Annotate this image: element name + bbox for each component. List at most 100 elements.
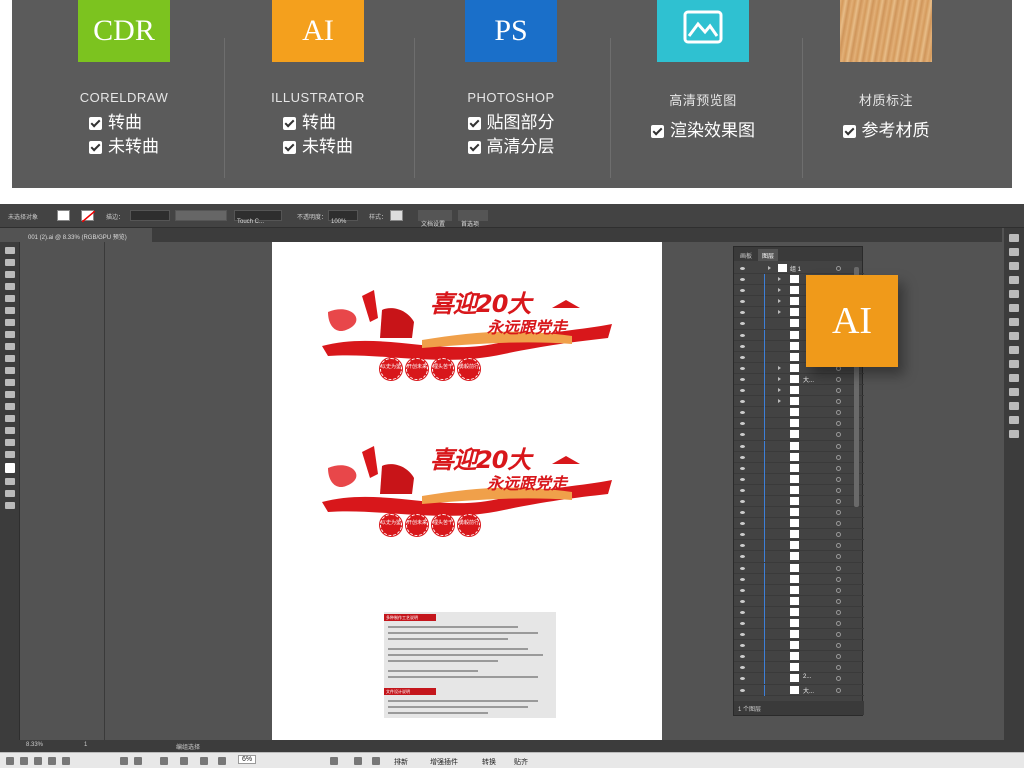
artboard-number[interactable]: 1 [84, 742, 87, 748]
target-icon[interactable] [836, 465, 841, 471]
color-mode-icon[interactable] [5, 478, 15, 485]
visibility-eye-icon[interactable] [740, 522, 745, 526]
artboard[interactable]: 喜迎20大 永远跟党走 以史为鉴 开创未来 埋头苦干 勇毅前行 喜迎20大 永远… [272, 242, 662, 742]
color-icon[interactable] [330, 757, 338, 765]
export-panel-icon[interactable] [1009, 416, 1019, 424]
sublayer-row[interactable] [734, 551, 864, 563]
align-icon[interactable] [180, 757, 188, 765]
target-icon[interactable] [836, 632, 841, 638]
print-icon[interactable] [48, 757, 56, 765]
target-icon[interactable] [836, 621, 841, 626]
arrange-icon[interactable] [200, 757, 208, 765]
taskbar-item[interactable]: 贴齐 [514, 757, 528, 767]
taskbar-zoom-select[interactable]: 6% [238, 755, 257, 764]
expand-icon[interactable] [778, 399, 781, 404]
visibility-eye-icon[interactable] [740, 555, 745, 559]
visibility-eye-icon[interactable] [740, 455, 745, 459]
layer-row[interactable]: 组 1 [734, 263, 864, 275]
transform-panel-icon[interactable] [1009, 374, 1019, 382]
new-icon[interactable] [6, 757, 14, 765]
visibility-eye-icon[interactable] [740, 688, 745, 692]
visibility-eye-icon[interactable] [740, 588, 745, 592]
sublayer-row[interactable] [734, 529, 864, 541]
sublayer-row[interactable] [734, 584, 864, 596]
visibility-eye-icon[interactable] [740, 444, 745, 448]
text-icon[interactable] [372, 757, 380, 765]
sublayer-row[interactable] [734, 451, 864, 463]
target-icon[interactable] [836, 576, 841, 582]
visibility-eye-icon[interactable] [740, 433, 745, 437]
brushes-panel-icon[interactable] [1009, 262, 1019, 270]
target-icon[interactable] [836, 665, 841, 671]
align-panel-icon[interactable] [1009, 388, 1019, 396]
zoom-tool-icon[interactable] [5, 451, 15, 458]
sublayer-row[interactable] [734, 507, 864, 519]
taskbar-item[interactable]: 排新 [394, 757, 408, 767]
appearance-panel-icon[interactable] [1009, 360, 1019, 368]
opentype-panel-icon[interactable] [1009, 332, 1019, 340]
visibility-eye-icon[interactable] [740, 422, 745, 426]
fill-stroke-icon[interactable] [5, 463, 15, 473]
target-icon[interactable] [836, 609, 841, 615]
target-icon[interactable] [836, 432, 841, 438]
visibility-eye-icon[interactable] [740, 677, 745, 681]
target-icon[interactable] [836, 454, 841, 460]
visibility-eye-icon[interactable] [740, 344, 745, 348]
expand-icon[interactable] [778, 365, 781, 370]
visibility-eye-icon[interactable] [740, 289, 745, 293]
target-icon[interactable] [836, 643, 841, 649]
undo-icon[interactable] [120, 757, 128, 765]
curvature-tool-icon[interactable] [5, 295, 15, 302]
shape-builder-tool-icon[interactable] [5, 379, 15, 386]
visibility-eye-icon[interactable] [740, 333, 745, 337]
rectangle-tool-icon[interactable] [5, 307, 15, 314]
target-icon[interactable] [836, 498, 841, 504]
variable-width-select[interactable] [175, 210, 227, 221]
target-icon[interactable] [836, 266, 841, 271]
sublayer-row[interactable] [734, 540, 864, 552]
sublayer-row[interactable] [734, 484, 864, 496]
sublayer-row[interactable]: 大... [734, 684, 864, 696]
sublayer-row[interactable] [734, 651, 864, 663]
direct-selection-tool-icon[interactable] [5, 259, 15, 266]
sublayer-row[interactable] [734, 396, 864, 408]
taskbar-item[interactable]: 转换 [482, 757, 496, 767]
target-icon[interactable] [836, 410, 841, 416]
visibility-eye-icon[interactable] [740, 366, 745, 370]
redo-icon[interactable] [134, 757, 142, 765]
sublayer-row[interactable]: 大... [734, 373, 864, 386]
sublayer-row[interactable] [734, 573, 864, 585]
visibility-eye-icon[interactable] [740, 622, 745, 625]
sublayer-row[interactable] [734, 629, 864, 641]
sublayer-row[interactable] [734, 595, 864, 607]
draw-mode-icon[interactable] [5, 490, 15, 497]
sublayer-row[interactable] [734, 606, 864, 618]
tab-artboards[interactable]: 画板 [736, 249, 756, 261]
visibility-eye-icon[interactable] [740, 377, 745, 381]
visibility-eye-icon[interactable] [740, 488, 745, 492]
hand-tool-icon[interactable] [5, 439, 15, 446]
visibility-eye-icon[interactable] [740, 477, 745, 481]
tab-layers[interactable]: 图层 [758, 249, 779, 261]
links-panel-icon[interactable] [1009, 346, 1019, 354]
target-icon[interactable] [836, 487, 841, 493]
visibility-eye-icon[interactable] [740, 599, 745, 603]
group-icon[interactable] [160, 757, 168, 765]
target-icon[interactable] [836, 388, 841, 394]
fill-swatch[interactable] [57, 210, 70, 221]
target-icon[interactable] [836, 687, 841, 693]
eyedropper-tool-icon[interactable] [5, 403, 15, 410]
visibility-eye-icon[interactable] [740, 577, 745, 581]
target-icon[interactable] [836, 421, 841, 427]
visibility-eye-icon[interactable] [740, 311, 745, 315]
target-icon[interactable] [836, 676, 841, 682]
visibility-eye-icon[interactable] [740, 666, 745, 670]
character-panel-icon[interactable] [1009, 304, 1019, 312]
visibility-eye-icon[interactable] [740, 389, 745, 393]
zoom-level[interactable]: 8.33% [26, 742, 43, 748]
sublayer-row[interactable] [734, 418, 864, 430]
visibility-eye-icon[interactable] [740, 566, 745, 570]
visibility-eye-icon[interactable] [740, 300, 745, 304]
opacity-input[interactable]: 100% [328, 210, 358, 225]
target-icon[interactable] [836, 554, 841, 560]
